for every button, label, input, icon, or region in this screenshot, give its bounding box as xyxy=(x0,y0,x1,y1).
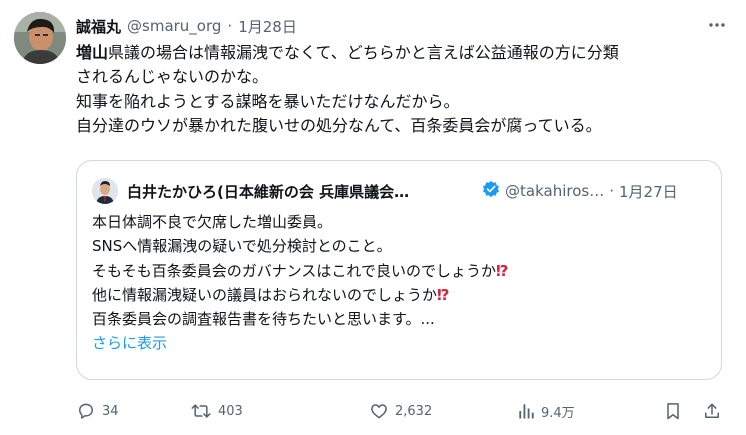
quoted-text-line: 他に情報漏洩疑いの議員はおられないのでしょうか⁉ xyxy=(92,283,712,307)
tweet-line-text: されるんじゃないのかな。 xyxy=(76,67,269,87)
tweet-date[interactable]: 1月28日 xyxy=(238,16,297,37)
quoted-author-handle[interactable]: @takahiros… xyxy=(505,182,604,200)
share-icon xyxy=(705,403,719,418)
tweet-text-line: 増山県議の場合は情報漏洩でなくて、どちらかと言えば公益通報の方に分類 xyxy=(76,41,726,65)
author-avatar[interactable] xyxy=(14,12,66,64)
quoted-header-separator: · xyxy=(609,182,614,200)
quoted-text-line: 本日体調不良で欠席した増山委員。 xyxy=(92,210,712,234)
quoted-line-text: 他に情報漏洩疑いの議員はおられないのでしょうか xyxy=(92,285,438,304)
action-bar: 34 403 2,632 9.4万 xyxy=(76,399,726,423)
views-button[interactable]: 9.4万 xyxy=(517,399,575,423)
reply-icon xyxy=(79,403,93,419)
tweet-line-text: 自分達のウソが暴かれた腹いせの処分なんて、百条委員会が腐っている。 xyxy=(76,115,602,135)
tweet-text-line: 知事を陥れようとする謀略を暴いただけなんだから。 xyxy=(76,90,726,114)
views-icon xyxy=(519,404,534,419)
show-more-line: さらに表示 xyxy=(92,331,712,355)
quoted-author-name[interactable]: 白井たかひろ(日本維新の会 兵庫県議会… xyxy=(127,181,477,202)
highlighted-name: 増山 xyxy=(76,43,109,62)
avatar-photo xyxy=(14,12,66,64)
quoted-tweet-text: 本日体調不良で欠席した増山委員。 SNSへ情報漏洩の疑いで処分検討とのこと。 そ… xyxy=(92,210,712,356)
reply-count: 34 xyxy=(102,403,119,419)
show-more-link[interactable]: さらに表示 xyxy=(92,334,167,352)
share-button[interactable] xyxy=(702,399,722,423)
tweet-line-text: 県議の場合は情報漏洩でなくて、どちらかと言えば公益通報の方に分類 xyxy=(108,43,619,62)
quoted-line-text: そもそも百条委員会のガバナンスはこれで良いのでしょうか xyxy=(92,261,496,280)
quoted-text-line: SNSへ情報漏洩の疑いで処分検討とのこと。 xyxy=(92,234,712,258)
author-name[interactable]: 誠福丸 xyxy=(76,16,121,37)
quoted-line-text: 本日体調不良で欠席した増山委員。 xyxy=(92,213,333,231)
more-icon xyxy=(709,23,725,27)
verified-badge-icon xyxy=(482,180,500,202)
like-icon xyxy=(371,404,387,419)
quoted-tweet-header: 白井たかひろ(日本維新の会 兵庫県議会… @takahiros… · 1月27日 xyxy=(127,178,711,204)
bookmark-icon xyxy=(667,403,679,420)
exclamation-question-icon: ⁉ xyxy=(437,285,450,304)
like-button[interactable]: 2,632 xyxy=(369,399,432,423)
tweet-text-line: されるんじゃないのかな。 xyxy=(76,65,726,89)
quoted-avatar-photo xyxy=(92,178,118,204)
quoted-text-line: そもそも百条委員会のガバナンスはこれで良いのでしょうか⁉ xyxy=(92,259,712,283)
quoted-line-text: SNSへ情報漏洩の疑いで処分検討とのこと。 xyxy=(92,237,392,256)
view-count: 9.4万 xyxy=(541,405,575,421)
quoted-tweet[interactable]: 白井たかひろ(日本維新の会 兵庫県議会… @takahiros… · 1月27日… xyxy=(76,160,722,380)
more-button[interactable] xyxy=(706,14,728,36)
author-handle[interactable]: @smaru_org xyxy=(127,17,221,35)
bookmark-button[interactable] xyxy=(664,399,682,423)
exclamation-question-icon: ⁉ xyxy=(495,261,509,280)
retweet-icon xyxy=(191,404,211,418)
quoted-text-line: 百条委員会の調査報告書を待ちたいと思います。... xyxy=(92,307,712,331)
tweet-header: 誠福丸 @smaru_org · 1月28日 xyxy=(76,14,696,38)
reply-button[interactable]: 34 xyxy=(76,399,119,423)
quoted-tweet-date[interactable]: 1月27日 xyxy=(619,181,678,202)
tweet-line-text: 知事を陥れようとする謀略を暴いただけなんだから。 xyxy=(76,91,460,111)
quoted-line-text: 百条委員会の調査報告書を待ちたいと思います。... xyxy=(92,310,435,329)
retweet-button[interactable]: 403 xyxy=(190,399,243,423)
tweet-text: 増山県議の場合は情報漏洩でなくて、どちらかと言えば公益通報の方に分類 されるんじ… xyxy=(76,41,726,138)
retweet-count: 403 xyxy=(218,403,243,419)
header-separator: · xyxy=(227,17,233,35)
like-count: 2,632 xyxy=(395,403,433,419)
quoted-author-avatar[interactable] xyxy=(92,178,118,204)
tweet-text-line: 自分達のウソが暴かれた腹いせの処分なんて、百条委員会が腐っている。 xyxy=(76,114,726,138)
